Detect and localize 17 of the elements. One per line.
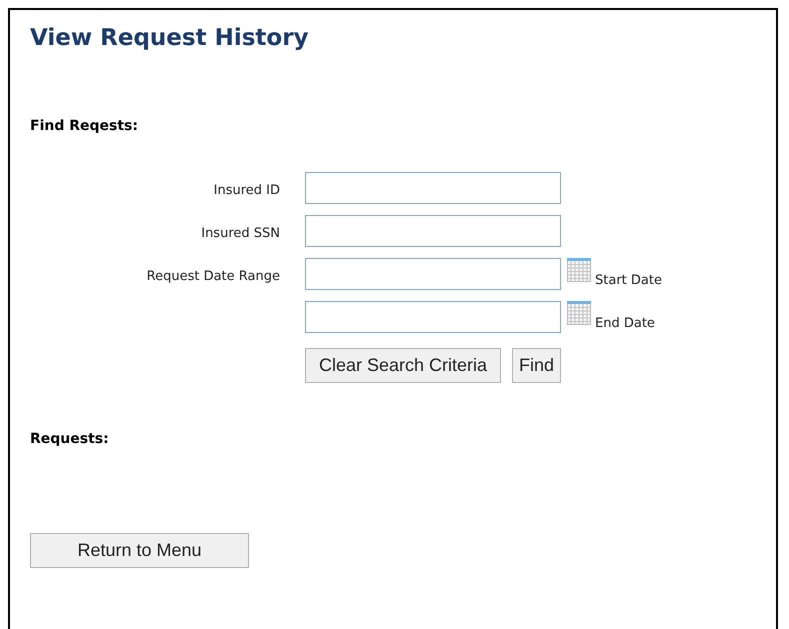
section-heading: Find Reqests: <box>30 118 138 134</box>
date-field[interactable] <box>305 301 561 333</box>
field-label: Request Date Range <box>146 268 280 284</box>
section-heading: Requests: <box>30 431 109 447</box>
page-title: View Request History <box>30 24 310 52</box>
input-field[interactable] <box>305 172 561 204</box>
clear-button[interactable]: Clear Search Criteria <box>305 348 501 383</box>
date-label: Start Date <box>595 273 662 288</box>
find-button[interactable]: Find <box>512 348 561 383</box>
input-field[interactable] <box>305 215 561 247</box>
field-label: Insured ID <box>214 182 280 198</box>
date-label: End Date <box>595 316 655 331</box>
calendar-icon[interactable] <box>566 301 592 325</box>
field-label: Insured SSN <box>201 226 280 240</box>
calendar-icon[interactable] <box>566 258 592 282</box>
date-field[interactable] <box>305 258 561 290</box>
return-button[interactable]: Return to Menu <box>30 533 249 568</box>
